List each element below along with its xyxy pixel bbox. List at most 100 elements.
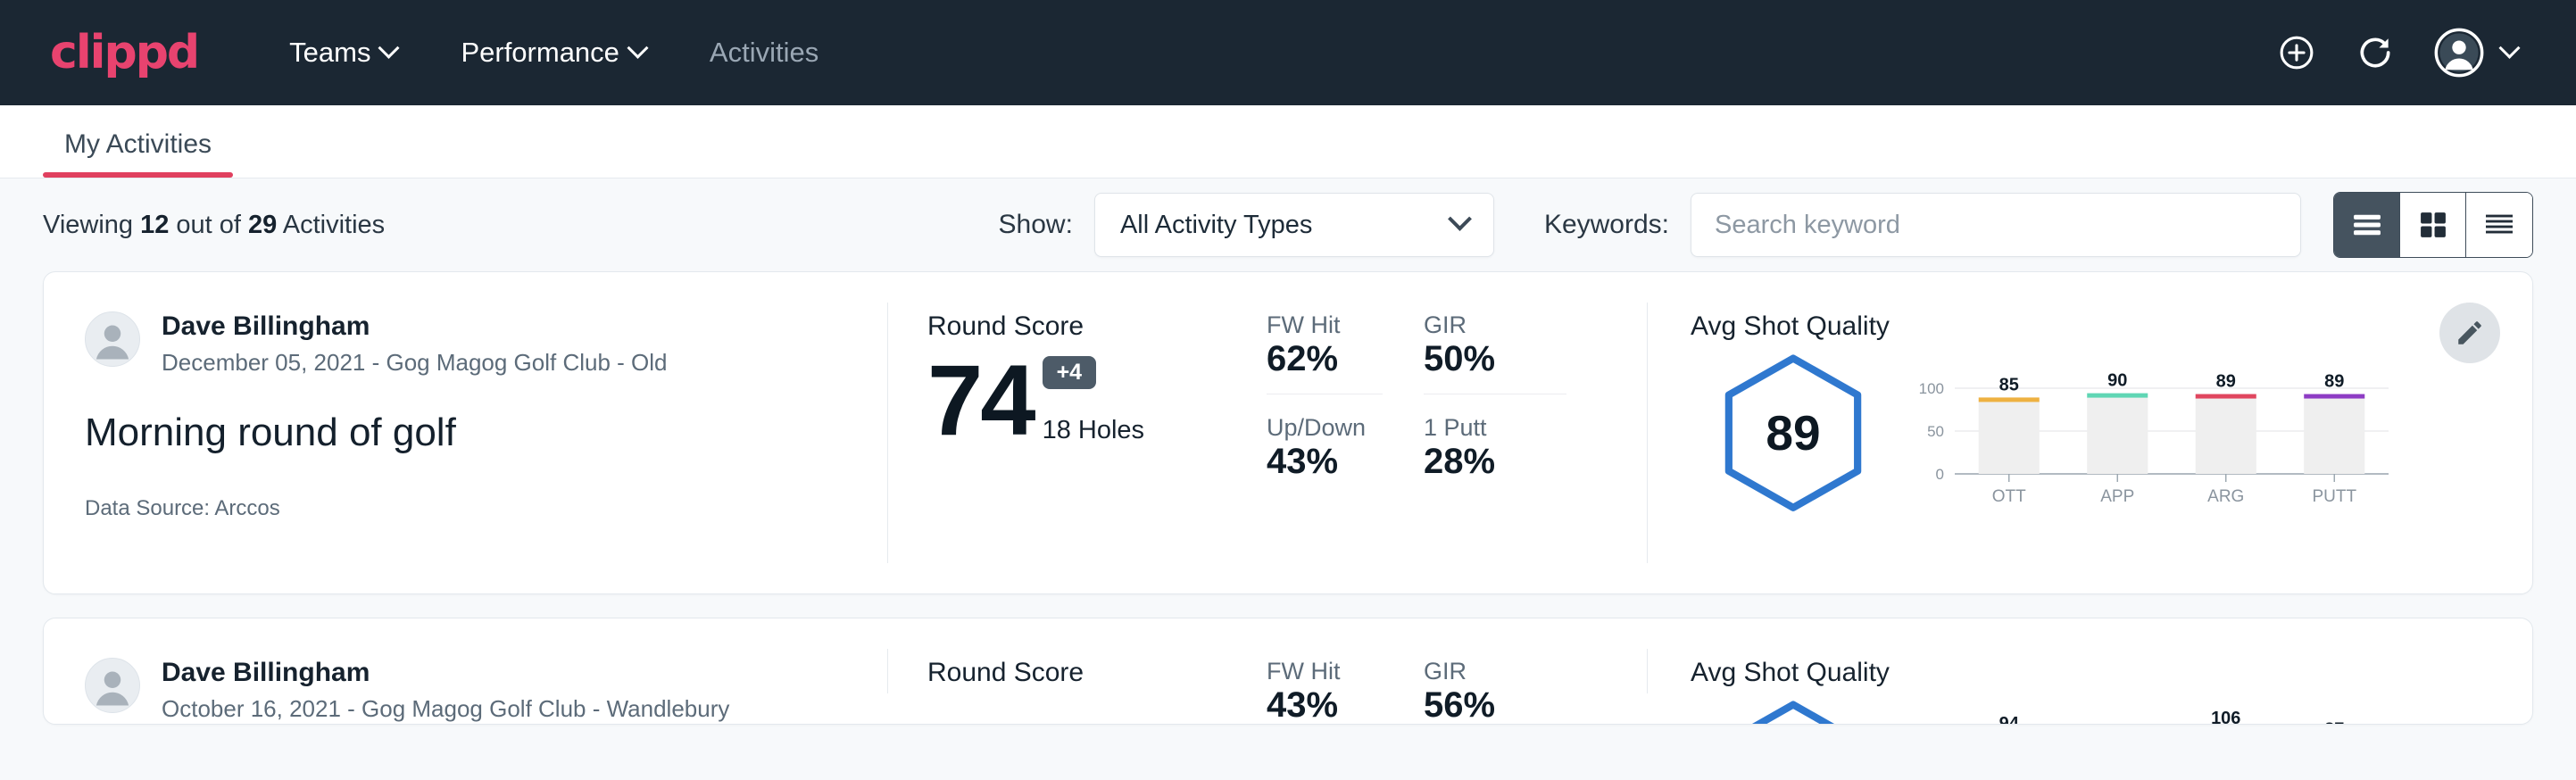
plus-circle-icon[interactable] bbox=[2277, 33, 2316, 72]
top-navbar: clippd Teams Performance Activities bbox=[0, 0, 2576, 105]
one-putt-value: 28% bbox=[1424, 442, 1566, 482]
nav-item-activities-label: Activities bbox=[710, 37, 819, 69]
chevron-down-icon bbox=[627, 37, 648, 58]
up-down-value: 43% bbox=[1267, 442, 1383, 482]
compact-list-view-button[interactable] bbox=[2466, 193, 2532, 257]
round-score-section: Round Score bbox=[888, 618, 1227, 724]
svg-text:0: 0 bbox=[1936, 466, 1944, 483]
search-input[interactable] bbox=[1691, 193, 2301, 257]
round-score-label: Round Score bbox=[927, 658, 1227, 688]
svg-text:90: 90 bbox=[2107, 371, 2127, 391]
nav-item-performance[interactable]: Performance bbox=[428, 37, 677, 69]
account-menu[interactable] bbox=[2434, 28, 2517, 78]
svg-text:PUTT: PUTT bbox=[2312, 487, 2356, 506]
navbar-actions bbox=[2277, 28, 2526, 78]
chevron-down-icon bbox=[1448, 206, 1472, 230]
gir-value: 50% bbox=[1424, 339, 1566, 394]
activity-meta: October 16, 2021 - Gog Magog Golf Club -… bbox=[162, 695, 729, 723]
activity-list: Dave Billingham December 05, 2021 - Gog … bbox=[0, 271, 2576, 725]
tab-my-activities[interactable]: My Activities bbox=[43, 129, 233, 178]
list-view-button[interactable] bbox=[2334, 193, 2400, 257]
avg-shot-quality-label: Avg Shot Quality bbox=[1691, 658, 2532, 688]
avg-shot-quality-hexagon: 89 bbox=[1720, 353, 1866, 513]
data-source-value: Arccos bbox=[214, 496, 279, 520]
score-to-par-badge: +4 bbox=[1043, 356, 1097, 389]
round-score-label: Round Score bbox=[927, 311, 1227, 342]
avatar bbox=[85, 658, 140, 713]
avg-shot-quality-value: 89 bbox=[1766, 404, 1820, 461]
activity-title: Morning round of golf bbox=[85, 411, 887, 455]
author-name: Dave Billingham bbox=[162, 311, 668, 342]
filter-toolbar: Viewing 12 out of 29 Activities Show: Al… bbox=[0, 178, 2576, 271]
gir-label: GIR bbox=[1424, 654, 1566, 685]
fw-hit-value: 43% bbox=[1267, 685, 1383, 725]
nav-item-teams[interactable]: Teams bbox=[257, 37, 428, 69]
refresh-icon[interactable] bbox=[2356, 33, 2395, 72]
svg-text:87: 87 bbox=[2324, 719, 2344, 725]
svg-text:OTT: OTT bbox=[1992, 487, 2026, 506]
avg-shot-quality-label: Avg Shot Quality bbox=[1691, 311, 2532, 342]
up-down-label: Up/Down bbox=[1267, 411, 1383, 442]
grid-view-button[interactable] bbox=[2400, 193, 2466, 257]
keywords-label: Keywords: bbox=[1544, 210, 1669, 240]
svg-text:ARG: ARG bbox=[2207, 487, 2244, 506]
nav-item-performance-label: Performance bbox=[461, 37, 619, 69]
activity-meta: December 05, 2021 - Gog Magog Golf Club … bbox=[162, 349, 668, 377]
key-stats-section: FW Hit GIR 62% 50% Up/Down 1 Putt 43% 28… bbox=[1227, 272, 1647, 593]
page-tabs: My Activities bbox=[0, 105, 2576, 178]
viewing-mid: out of bbox=[169, 211, 248, 239]
avatar bbox=[85, 311, 140, 367]
nav-item-teams-label: Teams bbox=[289, 37, 370, 69]
svg-text:94: 94 bbox=[1999, 714, 2020, 725]
svg-text:50: 50 bbox=[1927, 423, 1944, 440]
viewing-total: 29 bbox=[248, 211, 277, 239]
svg-text:106: 106 bbox=[2211, 709, 2240, 725]
show-label: Show: bbox=[999, 210, 1073, 240]
svg-text:85: 85 bbox=[1999, 375, 2019, 394]
gir-label: GIR bbox=[1424, 308, 1566, 339]
chevron-down-icon bbox=[2498, 37, 2520, 58]
tab-my-activities-label: My Activities bbox=[64, 129, 212, 159]
data-source-prefix: Data Source: bbox=[85, 496, 214, 520]
activity-type-select-value: All Activity Types bbox=[1120, 211, 1451, 240]
svg-text:100: 100 bbox=[1919, 380, 1944, 397]
activity-card[interactable]: Dave Billingham October 16, 2021 - Gog M… bbox=[43, 618, 2533, 725]
activity-card[interactable]: Dave Billingham December 05, 2021 - Gog … bbox=[43, 271, 2533, 594]
fw-hit-label: FW Hit bbox=[1267, 308, 1383, 339]
data-source: Data Source: Arccos bbox=[85, 496, 887, 521]
view-mode-toggle bbox=[2333, 192, 2533, 258]
round-score-section: Round Score 74 +4 18 Holes bbox=[888, 272, 1227, 593]
avg-shot-quality-section: Avg Shot Quality 05010094OTT82APP106ARG8… bbox=[1648, 618, 2532, 724]
key-stats-section: FW Hit GIR 43% 56% bbox=[1227, 618, 1647, 724]
activity-author: Dave Billingham October 16, 2021 - Gog M… bbox=[85, 658, 887, 723]
shot-quality-chart: 05010094OTT82APP106ARG87PUTT bbox=[1896, 693, 2396, 725]
viewing-suffix: Activities bbox=[277, 211, 385, 239]
account-avatar-icon bbox=[2434, 28, 2484, 78]
activity-summary: Dave Billingham October 16, 2021 - Gog M… bbox=[44, 618, 887, 724]
activity-author: Dave Billingham December 05, 2021 - Gog … bbox=[85, 311, 887, 377]
viewing-prefix: Viewing bbox=[43, 211, 140, 239]
author-name: Dave Billingham bbox=[162, 658, 729, 688]
activity-type-select[interactable]: All Activity Types bbox=[1094, 193, 1494, 257]
avg-shot-quality-section: Avg Shot Quality 89 0 50 100 85 OTT 90 APP 89 AR… bbox=[1648, 272, 2532, 593]
app-logo[interactable]: clippd bbox=[50, 26, 198, 79]
primary-nav: Teams Performance Activities bbox=[257, 37, 851, 69]
viewing-count: 12 bbox=[140, 211, 169, 239]
chevron-down-icon bbox=[378, 37, 400, 58]
edit-activity-button[interactable] bbox=[2439, 303, 2500, 363]
svg-text:APP: APP bbox=[2100, 487, 2134, 506]
nav-item-activities[interactable]: Activities bbox=[677, 37, 851, 69]
round-score-value: 74 bbox=[927, 351, 1034, 451]
activity-summary: Dave Billingham December 05, 2021 - Gog … bbox=[44, 272, 887, 593]
fw-hit-label: FW Hit bbox=[1267, 654, 1383, 685]
shot-quality-chart: 0 50 100 85 OTT 90 APP 89 ARG 89 PUTT bbox=[1896, 347, 2396, 514]
one-putt-label: 1 Putt bbox=[1424, 411, 1566, 442]
fw-hit-value: 62% bbox=[1267, 339, 1383, 394]
svg-text:89: 89 bbox=[2324, 372, 2344, 392]
hexagon-icon bbox=[1720, 699, 1866, 725]
viewing-summary: Viewing 12 out of 29 Activities bbox=[43, 211, 385, 240]
gir-value: 56% bbox=[1424, 685, 1566, 725]
svg-text:89: 89 bbox=[2216, 372, 2236, 392]
holes-played: 18 Holes bbox=[1043, 416, 1144, 445]
svg-text:82: 82 bbox=[2107, 724, 2127, 725]
